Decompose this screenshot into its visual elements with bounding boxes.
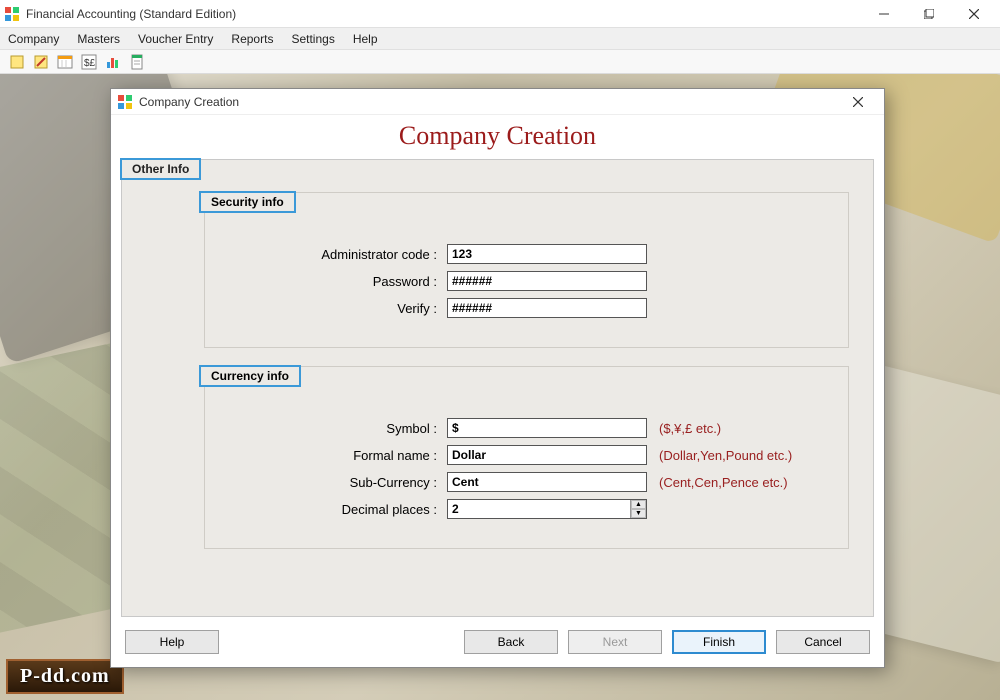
label-password: Password : — [217, 274, 447, 289]
main-titlebar: Financial Accounting (Standard Edition) — [0, 0, 1000, 28]
app-title: Financial Accounting (Standard Edition) — [26, 7, 236, 21]
cancel-button[interactable]: Cancel — [776, 630, 870, 654]
toolbar-report-icon[interactable] — [128, 53, 146, 71]
toolbar-calendar-icon[interactable] — [56, 53, 74, 71]
toolbar-new-icon[interactable] — [8, 53, 26, 71]
minimize-button[interactable] — [861, 0, 906, 28]
company-creation-dialog: Company Creation Company Creation Other … — [110, 88, 885, 668]
input-sub-currency[interactable] — [447, 472, 647, 492]
next-button: Next — [568, 630, 662, 654]
spinner-up-icon[interactable]: ▲ — [631, 500, 646, 509]
tab-other-info[interactable]: Other Info — [120, 158, 201, 180]
label-verify: Verify : — [217, 301, 447, 316]
dialog-titlebar: Company Creation — [111, 89, 884, 115]
dialog-heading: Company Creation — [111, 115, 884, 159]
help-button[interactable]: Help — [125, 630, 219, 654]
watermark: P-dd.com — [6, 659, 124, 694]
spinner-down-icon[interactable]: ▼ — [631, 509, 646, 518]
dialog-icon — [117, 94, 133, 110]
hint-formal-name: (Dollar,Yen,Pound etc.) — [659, 448, 792, 463]
label-formal-name: Formal name : — [217, 448, 447, 463]
group-security-info: Security info Administrator code : Passw… — [204, 192, 849, 348]
input-symbol[interactable] — [447, 418, 647, 438]
toolbar: $£ — [0, 50, 1000, 74]
toolbar-edit-icon[interactable] — [32, 53, 50, 71]
menu-reports[interactable]: Reports — [231, 32, 273, 46]
group-label-currency: Currency info — [199, 365, 301, 387]
menu-company[interactable]: Company — [8, 32, 59, 46]
input-formal-name[interactable] — [447, 445, 647, 465]
menu-help[interactable]: Help — [353, 32, 378, 46]
back-button[interactable]: Back — [464, 630, 558, 654]
menu-settings[interactable]: Settings — [291, 32, 334, 46]
input-decimal-places[interactable] — [447, 499, 647, 519]
dialog-close-button[interactable] — [838, 89, 878, 115]
input-password[interactable] — [447, 271, 647, 291]
dialog-title: Company Creation — [139, 95, 239, 109]
dialog-body: Other Info Security info Administrator c… — [121, 159, 874, 617]
label-symbol: Symbol : — [217, 421, 447, 436]
toolbar-currency-icon[interactable]: $£ — [80, 53, 98, 71]
hint-sub-currency: (Cent,Cen,Pence etc.) — [659, 475, 788, 490]
svg-text:$£: $£ — [84, 58, 96, 69]
group-currency-info: Currency info Symbol : ($,¥,£ etc.) Form… — [204, 366, 849, 549]
finish-button[interactable]: Finish — [672, 630, 766, 654]
close-button[interactable] — [951, 0, 996, 28]
input-admin-code[interactable] — [447, 244, 647, 264]
menu-voucher[interactable]: Voucher Entry — [138, 32, 213, 46]
app-icon — [4, 6, 20, 22]
maximize-button[interactable] — [906, 0, 951, 28]
label-admin-code: Administrator code : — [217, 247, 447, 262]
menu-masters[interactable]: Masters — [77, 32, 120, 46]
dialog-footer: Help Back Next Finish Cancel — [111, 625, 884, 667]
label-sub-currency: Sub-Currency : — [217, 475, 447, 490]
toolbar-chart-icon[interactable] — [104, 53, 122, 71]
input-verify[interactable] — [447, 298, 647, 318]
menubar: Company Masters Voucher Entry Reports Se… — [0, 28, 1000, 50]
group-label-security: Security info — [199, 191, 296, 213]
hint-symbol: ($,¥,£ etc.) — [659, 421, 721, 436]
label-decimal-places: Decimal places : — [217, 502, 447, 517]
